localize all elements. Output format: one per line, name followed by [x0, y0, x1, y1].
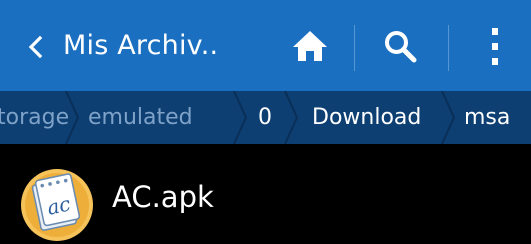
file-icon-label: ac	[45, 191, 73, 219]
file-manager-screen: Mis Archiv.. torage emulated 0 Download …	[0, 0, 531, 244]
breadcrumb-separator	[65, 91, 80, 144]
apk-file-icon: ac	[21, 169, 93, 241]
action-bar: Mis Archiv..	[0, 0, 531, 91]
back-button[interactable]: Mis Archiv..	[0, 0, 270, 91]
breadcrumb: torage emulated 0 Download msa	[0, 91, 531, 144]
file-name: AC.apk	[112, 180, 214, 214]
more-options-button[interactable]	[470, 0, 520, 91]
breadcrumb-item[interactable]: 0	[258, 91, 272, 144]
breadcrumb-separator	[233, 91, 248, 144]
breadcrumb-item[interactable]: emulated	[88, 91, 193, 144]
search-button[interactable]	[370, 0, 430, 91]
divider	[448, 25, 449, 71]
breadcrumb-separator	[441, 91, 456, 144]
home-icon	[293, 30, 327, 61]
page-title: Mis Archiv..	[63, 30, 219, 61]
breadcrumb-item[interactable]: torage	[0, 91, 69, 144]
breadcrumb-item-current[interactable]: msa	[464, 91, 510, 144]
breadcrumb-item[interactable]: Download	[312, 91, 421, 144]
search-icon	[385, 30, 417, 62]
chevron-left-icon	[28, 35, 43, 59]
breadcrumb-separator	[284, 91, 299, 144]
divider	[354, 25, 355, 71]
home-button[interactable]	[280, 0, 340, 91]
more-vertical-icon	[492, 27, 498, 65]
